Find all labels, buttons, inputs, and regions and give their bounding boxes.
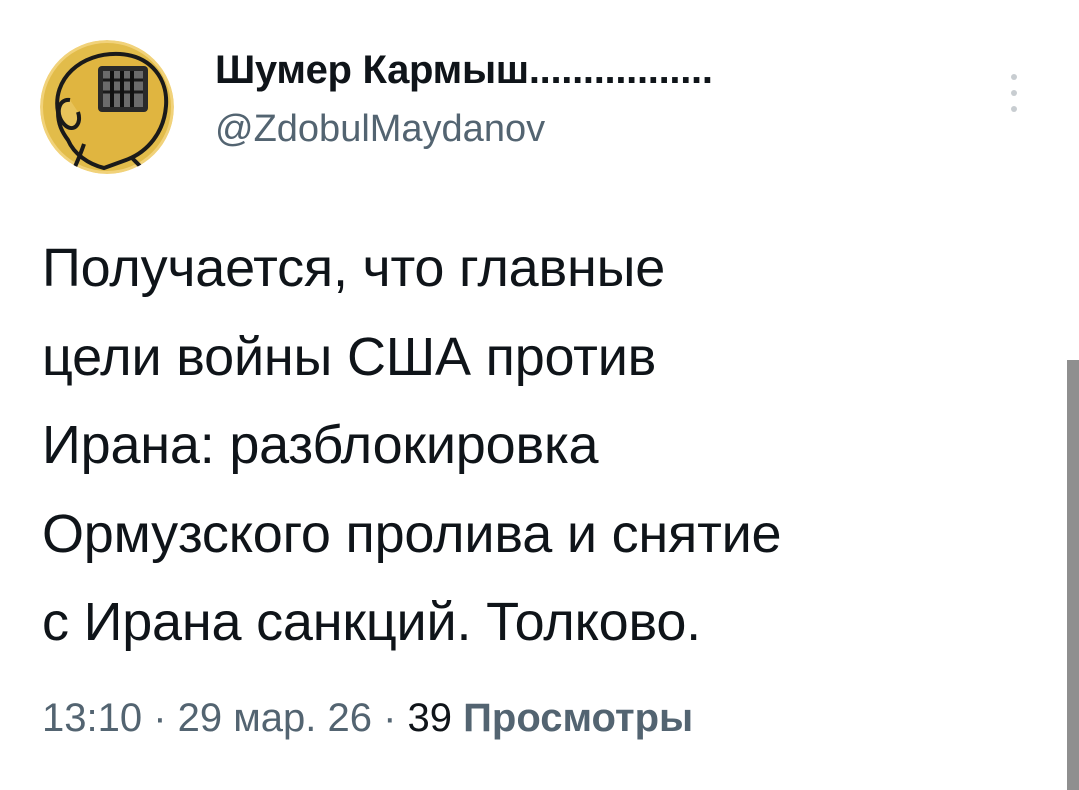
tweet-date[interactable]: 29 мар. 26 (178, 696, 372, 740)
tweet-text-line: цели войны США против (42, 326, 657, 387)
tweet-meta: 13:10 · 29 мар. 26 · 39 Просмотры (42, 693, 693, 743)
author-handle[interactable]: @ZdobulMaydanov (215, 106, 545, 152)
tweet-text-line: Ормузского пролива и снятие (42, 503, 782, 564)
tweet-text-line: с Ирана санкций. Толково. (42, 592, 701, 652)
avatar-image (40, 40, 174, 174)
meta-separator: · (371, 696, 408, 740)
avatar[interactable] (40, 40, 174, 174)
more-vertical-icon[interactable] (996, 68, 1032, 118)
scrollbar[interactable] (1067, 360, 1079, 790)
author-name[interactable]: Шумер Кармыш................. (215, 46, 713, 94)
views-count: 39 (407, 696, 453, 740)
views-label[interactable]: Просмотры (463, 696, 693, 740)
tweet-text-line: Получается, что главные (42, 238, 666, 298)
tweet-time[interactable]: 13:10 (42, 696, 142, 740)
meta-separator: · (142, 696, 178, 740)
tweet-card: Шумер Кармыш................. @ZdobulMay… (0, 0, 1079, 790)
tweet-text: Получается, что главные цели войны США п… (42, 224, 1042, 667)
tweet-text-line: Ирана: разблокировка (42, 415, 599, 475)
